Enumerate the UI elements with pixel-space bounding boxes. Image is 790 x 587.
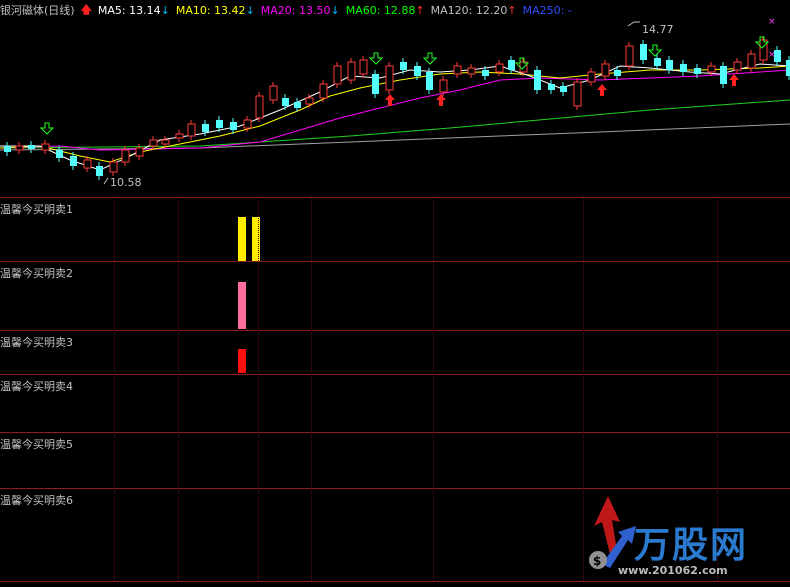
candle bbox=[482, 70, 489, 76]
sell-arrow-icon bbox=[39, 122, 55, 135]
candle bbox=[372, 74, 379, 94]
candle bbox=[508, 60, 515, 70]
close-marker-icon: × bbox=[768, 17, 776, 27]
candle bbox=[439, 79, 448, 93]
candle bbox=[654, 58, 661, 66]
low-price-label: 10.58 bbox=[110, 176, 142, 189]
candle bbox=[640, 44, 647, 60]
sell-arrow-icon bbox=[647, 44, 663, 57]
candle bbox=[694, 68, 701, 74]
watermark-brand: 万股网 bbox=[634, 525, 749, 566]
candle bbox=[15, 145, 24, 151]
indicator-panel-4[interactable]: 温馨今买明卖4 bbox=[0, 375, 790, 433]
close-marker-icon: × bbox=[768, 50, 776, 60]
high-price-label: 14.77 bbox=[642, 23, 674, 36]
candle bbox=[230, 122, 237, 130]
kline-chart[interactable]: 14.77 10.58 × × bbox=[0, 0, 790, 197]
indicator-label: 温馨今买明卖2 bbox=[0, 267, 73, 280]
candle bbox=[747, 53, 756, 69]
candle bbox=[359, 59, 368, 75]
buy-arrow-icon bbox=[436, 94, 446, 106]
candle bbox=[149, 139, 158, 147]
candle bbox=[255, 95, 264, 119]
indicator-panel-1[interactable]: 温馨今买明卖1 bbox=[0, 198, 790, 262]
candle bbox=[601, 63, 610, 77]
candle bbox=[175, 133, 184, 139]
candle bbox=[83, 159, 92, 169]
candle bbox=[720, 66, 727, 84]
candle bbox=[495, 63, 504, 73]
candle bbox=[135, 147, 144, 157]
sell-arrow-icon bbox=[368, 52, 384, 65]
candle bbox=[216, 120, 223, 128]
watermark-logo: $ 万股网 www.201062.com bbox=[582, 494, 782, 579]
ma60-line bbox=[0, 99, 790, 149]
candle bbox=[680, 64, 687, 72]
candle bbox=[161, 139, 170, 145]
candle bbox=[573, 81, 582, 107]
indicator-label: 温馨今买明卖4 bbox=[0, 380, 73, 393]
candle bbox=[333, 65, 342, 85]
candle bbox=[28, 145, 35, 149]
candle bbox=[4, 146, 11, 152]
kline-panel[interactable]: 银河磁体(日线) 🡅 MA5: 13.14↓ MA10: 13.42↓ MA20: … bbox=[0, 0, 790, 198]
candle bbox=[733, 61, 742, 71]
candle bbox=[453, 65, 462, 75]
sell-arrow-icon bbox=[422, 52, 438, 65]
indicator-panel-2[interactable]: 温馨今买明卖2 bbox=[0, 262, 790, 331]
watermark-url: www.201062.com bbox=[618, 564, 728, 577]
buy-arrow-icon bbox=[597, 84, 607, 96]
candle bbox=[347, 61, 356, 81]
candle bbox=[707, 65, 716, 73]
buy-arrow-icon bbox=[729, 74, 739, 86]
indicator-bar bbox=[238, 349, 246, 373]
ma20-line bbox=[0, 69, 790, 151]
candle bbox=[121, 149, 130, 163]
candle bbox=[202, 124, 209, 132]
ma10-line bbox=[0, 65, 790, 163]
candle bbox=[319, 83, 328, 99]
indicator-label: 温馨今买明卖1 bbox=[0, 203, 73, 216]
indicator-label: 温馨今买明卖6 bbox=[0, 494, 73, 507]
candle bbox=[41, 143, 50, 151]
candle bbox=[70, 156, 77, 166]
candle bbox=[666, 60, 673, 70]
candle bbox=[282, 98, 289, 106]
candle bbox=[187, 123, 196, 137]
candle bbox=[294, 102, 301, 108]
candle bbox=[534, 70, 541, 90]
ma120-line bbox=[0, 123, 790, 151]
candle bbox=[305, 97, 314, 105]
candle bbox=[560, 86, 567, 92]
candle bbox=[614, 70, 621, 76]
sell-arrows bbox=[39, 36, 770, 135]
candle bbox=[269, 85, 278, 101]
candle bbox=[400, 62, 407, 70]
candle bbox=[96, 166, 103, 176]
candle bbox=[587, 71, 596, 83]
candle bbox=[243, 119, 252, 129]
indicator-panel-5[interactable]: 温馨今买明卖5 bbox=[0, 433, 790, 489]
candle bbox=[414, 66, 421, 76]
candle bbox=[109, 161, 118, 173]
indicator-bar bbox=[238, 217, 246, 261]
candle bbox=[385, 65, 394, 91]
indicator-label: 温馨今买明卖3 bbox=[0, 336, 73, 349]
indicator-label: 温馨今买明卖5 bbox=[0, 438, 73, 451]
svg-text:$: $ bbox=[593, 554, 601, 568]
candle bbox=[467, 67, 476, 75]
ma5-line bbox=[0, 63, 790, 171]
candle bbox=[625, 45, 634, 67]
candle bbox=[759, 39, 768, 61]
indicator-bar bbox=[238, 282, 246, 329]
candle bbox=[426, 72, 433, 90]
candle bbox=[786, 60, 790, 76]
candle bbox=[56, 150, 63, 158]
candle bbox=[548, 84, 555, 90]
indicator-panel-3[interactable]: 温馨今买明卖3 bbox=[0, 331, 790, 375]
